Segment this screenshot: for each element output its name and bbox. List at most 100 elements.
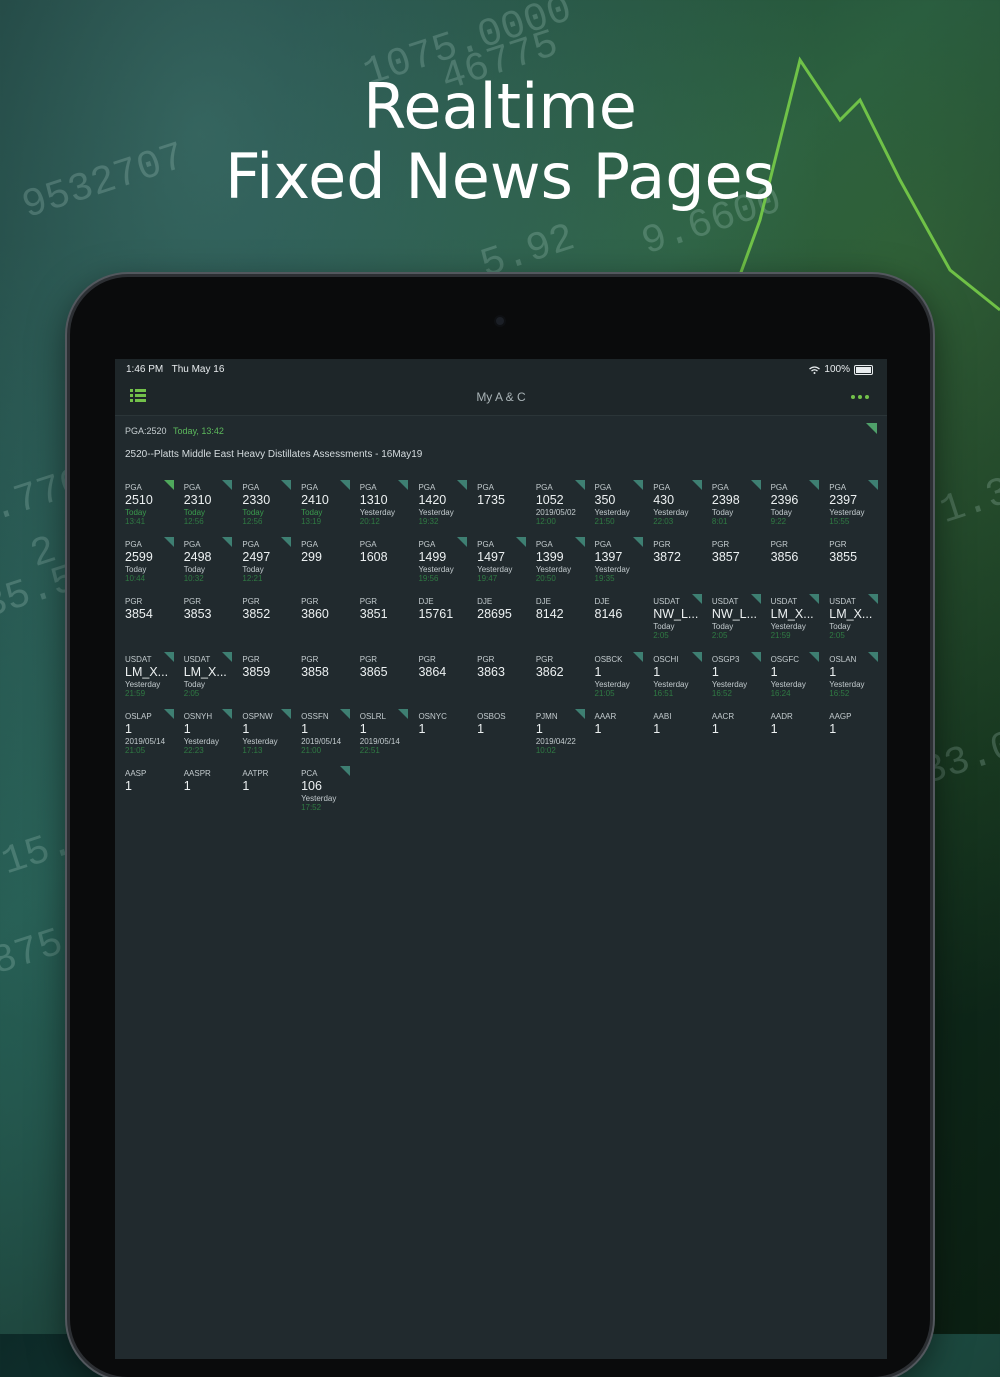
page-tile[interactable]: PGA 1499 Yesterday 19:56 <box>414 533 473 590</box>
tablet-device: 1:46 PM Thu May 16 100% My A & C PGA:252… <box>70 277 930 1377</box>
page-tile[interactable]: PGA 1497 Yesterday 19:47 <box>473 533 532 590</box>
page-tile[interactable]: PGR 3864 <box>414 648 473 705</box>
tile-code: PGA <box>477 483 495 492</box>
tile-code: OSBOS <box>477 711 506 721</box>
page-tile[interactable]: PGA 2510 Today 13:41 <box>121 476 180 533</box>
tile-day: Yesterday <box>301 793 337 803</box>
more-icon[interactable] <box>851 395 869 399</box>
page-tile[interactable]: PGR 3865 <box>356 648 415 705</box>
page-tile[interactable]: PJMN 1 2019/04/22 10:02 <box>532 705 591 762</box>
page-tile[interactable]: DJE 8146 <box>591 590 650 647</box>
tile-value: 1052 <box>535 493 564 507</box>
tile-value: 3854 <box>125 607 153 622</box>
page-tile[interactable]: OSNYH 1 Yesterday 22:23 <box>180 705 239 762</box>
page-tile[interactable]: PGA 1052 2019/05/02 12:00 <box>532 476 591 533</box>
page-tile[interactable]: PGA 1420 Yesterday 19:32 <box>414 476 473 533</box>
page-tile[interactable]: PGA 2396 Today 9:22 <box>767 476 826 533</box>
page-id: PGA:2520 <box>125 426 167 436</box>
page-tile[interactable]: PGR 3856 <box>767 533 826 590</box>
page-tile[interactable]: OSBOS 1 <box>473 705 532 762</box>
page-tile[interactable]: PGR 3855 <box>825 533 884 590</box>
tile-time: 10:32 <box>183 574 204 584</box>
page-tile[interactable]: PGA 1310 Yesterday 20:12 <box>356 476 415 533</box>
page-tile[interactable]: PGA 430 Yesterday 22:03 <box>649 476 708 533</box>
update-indicator <box>222 480 233 490</box>
tile-value: 1735 <box>477 493 505 507</box>
tile-value: 1 <box>711 664 719 679</box>
update-indicator <box>809 480 820 490</box>
page-tile[interactable]: PGR 3862 <box>532 648 591 705</box>
page-tile[interactable]: PGR 3872 <box>649 533 708 590</box>
page-tile[interactable]: USDAT LM_X... Yesterday 21:59 <box>121 648 180 705</box>
page-tile[interactable]: OSBCK 1 Yesterday 21:05 <box>591 648 650 705</box>
page-tile[interactable]: PGA 2498 Today 10:32 <box>180 533 239 590</box>
page-tile[interactable]: PGA 2397 Yesterday 15:55 <box>825 476 884 533</box>
page-tile[interactable]: USDAT LM_X... Yesterday 21:59 <box>767 590 826 647</box>
tile-value: 2410 <box>301 493 329 507</box>
page-tile[interactable]: AATPR 1 <box>238 762 297 819</box>
page-tile[interactable]: AABI 1 <box>649 705 708 762</box>
page-tile[interactable]: PGA 2398 Today 8:01 <box>708 476 767 533</box>
status-bar: 1:46 PM Thu May 16 100% <box>115 359 887 379</box>
tile-day: Today <box>711 622 734 632</box>
page-tile[interactable]: OSGFC 1 Yesterday 16:24 <box>767 648 826 705</box>
page-tile[interactable]: PGA 1608 <box>356 533 415 590</box>
tile-day: Today <box>770 508 792 517</box>
page-tile[interactable]: OSCHI 1 Yesterday 16:51 <box>649 648 708 705</box>
page-tile[interactable]: USDAT LM_X... Today 2:05 <box>825 590 884 647</box>
page-tile[interactable]: OSNYC 1 <box>414 705 473 762</box>
update-indicator <box>515 537 526 548</box>
tile-day: Today <box>125 565 147 575</box>
tile-value: 2510 <box>125 493 153 507</box>
tile-code: PGR <box>535 654 554 664</box>
page-tile[interactable]: PGR 3851 <box>356 590 415 647</box>
page-tile[interactable]: AASPR 1 <box>180 762 239 819</box>
page-tile[interactable]: PGR 3863 <box>473 648 532 705</box>
page-tile[interactable]: PGA 2330 Today 12:56 <box>238 476 297 533</box>
page-tile[interactable]: USDAT NW_L... Today 2:05 <box>708 590 767 647</box>
page-tile[interactable]: USDAT LM_X... Today 2:05 <box>180 648 239 705</box>
tile-value: 8146 <box>594 607 623 622</box>
tile-code: PGR <box>183 597 202 607</box>
page-tile[interactable]: PGR 3860 <box>297 590 356 647</box>
page-tile[interactable]: DJE 8142 <box>532 590 591 647</box>
tile-code: PGR <box>418 654 436 664</box>
tile-code: AABI <box>653 711 672 721</box>
page-tile[interactable]: PGR 3858 <box>297 648 356 705</box>
headline-line-1: Realtime <box>363 70 637 143</box>
update-indicator <box>222 537 233 548</box>
page-tile[interactable]: PGA 2410 Today 13:19 <box>297 476 356 533</box>
page-tile[interactable]: PGA 2310 Today 12:56 <box>180 476 239 533</box>
tile-time: 8:01 <box>711 517 728 526</box>
page-tile[interactable]: PGR 3853 <box>180 590 239 647</box>
page-tile[interactable]: OSLAN 1 Yesterday 16:52 <box>825 648 884 705</box>
tile-value: 1497 <box>477 550 505 565</box>
page-tile[interactable]: PGA 1397 Yesterday 19:35 <box>591 533 650 590</box>
page-tile[interactable]: PGA 299 <box>297 533 356 590</box>
page-tile[interactable]: PGA 2599 Today 10:44 <box>121 533 180 590</box>
page-tile[interactable]: PGA 1735 <box>473 476 532 533</box>
page-tile[interactable]: AAAR 1 <box>591 705 650 762</box>
page-tile[interactable]: OSLAP 1 2019/05/14 21:05 <box>121 705 180 762</box>
page-tile[interactable]: OSSFN 1 2019/05/14 21:00 <box>297 705 356 762</box>
page-tile[interactable]: USDAT NW_L... Today 2:05 <box>649 590 708 647</box>
page-tile[interactable]: OSGP3 1 Yesterday 16:52 <box>708 648 767 705</box>
page-tile[interactable]: PGR 3854 <box>121 590 180 647</box>
page-tile[interactable]: PCA 106 Yesterday 17:52 <box>297 762 356 819</box>
page-tile[interactable]: PGR 3859 <box>238 648 297 705</box>
page-tile[interactable]: AADR 1 <box>767 705 826 762</box>
page-tile[interactable]: PGR 3857 <box>708 533 767 590</box>
tile-code: PGR <box>242 654 260 664</box>
tile-time: 22:23 <box>183 745 204 755</box>
page-tile[interactable]: PGA 350 Yesterday 21:50 <box>591 476 650 533</box>
page-tile[interactable]: PGA 2497 Today 12:21 <box>238 533 297 590</box>
page-tile[interactable]: DJE 15761 <box>414 590 473 647</box>
page-tile[interactable]: PGR 3852 <box>238 590 297 647</box>
page-tile[interactable]: AACR 1 <box>708 705 767 762</box>
page-tile[interactable]: AASP 1 <box>121 762 180 819</box>
page-tile[interactable]: AAGP 1 <box>825 705 884 762</box>
page-tile[interactable]: PGA 1399 Yesterday 20:50 <box>532 533 591 590</box>
page-tile[interactable]: OSLRL 1 2019/05/14 22:51 <box>356 705 415 762</box>
page-tile[interactable]: DJE 28695 <box>473 590 532 647</box>
page-tile[interactable]: OSPNW 1 Yesterday 17:13 <box>238 705 297 762</box>
